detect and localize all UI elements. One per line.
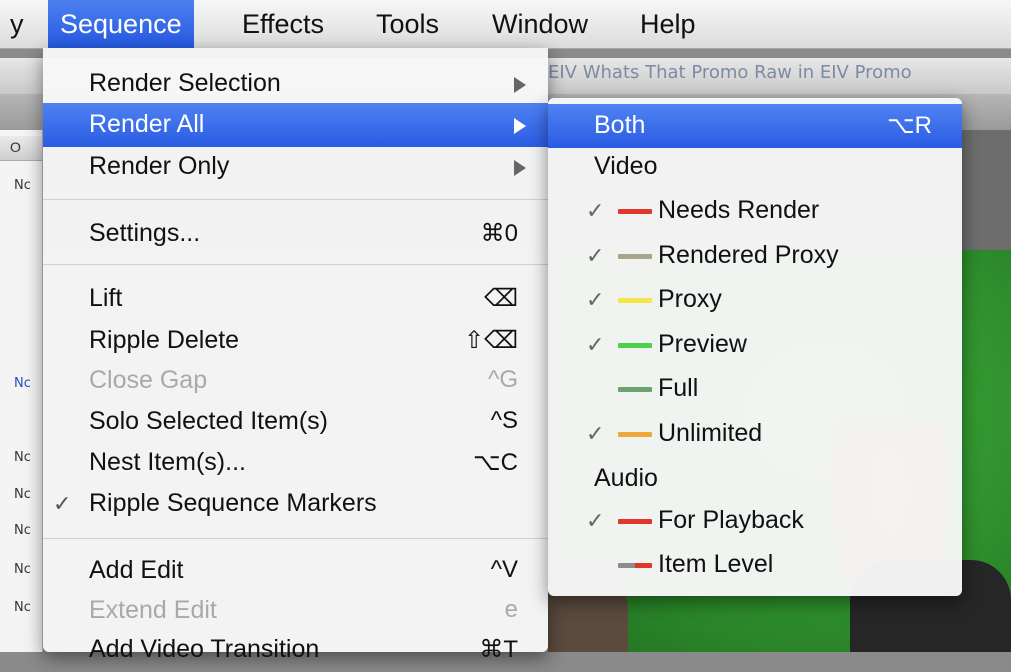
browser-column-header[interactable]: O bbox=[0, 136, 42, 161]
column-header-label: O bbox=[10, 139, 21, 155]
checkmark-icon: ✓ bbox=[586, 287, 605, 312]
window-title: EIV Whats That Promo Raw in EIV Promo bbox=[548, 62, 912, 83]
menu-item-label: Settings... bbox=[89, 219, 201, 247]
menubar-item-tools[interactable]: Tools bbox=[364, 0, 451, 48]
menu-item-render-only[interactable]: Render Only bbox=[43, 145, 548, 189]
menu-item-label: Close Gap bbox=[89, 366, 208, 394]
menu-item-shortcut: e bbox=[504, 596, 518, 623]
menubar-item-effects[interactable]: Effects bbox=[230, 0, 336, 48]
submenu-heading-label: Video bbox=[594, 152, 658, 180]
menu-item-shortcut: ⌥C bbox=[473, 449, 518, 476]
menu-item-solo-selected[interactable]: Solo Selected Item(s) ^S bbox=[43, 400, 548, 444]
menu-item-label: Nest Item(s)... bbox=[89, 448, 246, 476]
checkmark-icon: ✓ bbox=[586, 198, 605, 223]
submenu-item-label: Unlimited bbox=[658, 419, 763, 447]
browser-row[interactable]: Nc bbox=[14, 376, 31, 391]
menu-item-add-edit[interactable]: Add Edit ^V bbox=[43, 549, 548, 593]
submenu-item-preview[interactable]: ✓ Preview bbox=[548, 323, 962, 367]
menu-item-label: Render Only bbox=[89, 152, 230, 180]
menu-item-render-all[interactable]: Render All bbox=[43, 103, 548, 147]
color-swatch-icon bbox=[618, 343, 652, 348]
browser-row[interactable]: Nc bbox=[14, 562, 31, 577]
color-swatch-icon bbox=[618, 387, 652, 392]
submenu-item-item-level[interactable]: Item Level bbox=[548, 543, 962, 587]
submenu-item-unlimited[interactable]: ✓ Unlimited bbox=[548, 412, 962, 456]
color-swatch-icon bbox=[618, 432, 652, 437]
submenu-heading-video: Video bbox=[548, 145, 962, 189]
browser-row[interactable]: Nc bbox=[14, 450, 31, 465]
checkmark-icon: ✓ bbox=[53, 491, 72, 516]
submenu-item-for-playback[interactable]: ✓ For Playback bbox=[548, 499, 962, 543]
browser-row[interactable]: Nc bbox=[14, 523, 31, 538]
menu-item-label: Solo Selected Item(s) bbox=[89, 407, 328, 435]
submenu-arrow-icon bbox=[514, 118, 526, 134]
menu-bar: y Sequence Effects Tools Window Help bbox=[0, 0, 1011, 49]
menu-item-label: Add Video Transition bbox=[89, 635, 320, 663]
checkmark-icon: ✓ bbox=[586, 508, 605, 533]
submenu-item-label: Item Level bbox=[658, 550, 774, 578]
menu-item-label: Ripple Delete bbox=[89, 326, 240, 354]
menu-item-lift[interactable]: Lift ⌫ bbox=[43, 277, 548, 321]
menu-item-close-gap[interactable]: Close Gap ^G bbox=[43, 359, 548, 403]
submenu-arrow-icon bbox=[514, 160, 526, 176]
submenu-item-proxy[interactable]: ✓ Proxy bbox=[548, 278, 962, 322]
menu-separator bbox=[43, 264, 548, 265]
menu-separator bbox=[43, 199, 548, 200]
submenu-item-label: Both bbox=[594, 111, 646, 139]
menu-item-add-video-transition[interactable]: Add Video Transition ⌘T bbox=[43, 628, 548, 672]
menu-item-ripple-delete[interactable]: Ripple Delete ⇧⌫ bbox=[43, 319, 548, 363]
checkmark-icon: ✓ bbox=[586, 332, 605, 357]
menu-item-ripple-sequence-markers[interactable]: ✓ Ripple Sequence Markers bbox=[43, 482, 548, 526]
browser-row[interactable]: Nc bbox=[14, 178, 31, 193]
submenu-item-needs-render[interactable]: ✓ Needs Render bbox=[548, 189, 962, 233]
submenu-heading-audio: Audio bbox=[548, 457, 962, 501]
menu-item-shortcut: ^G bbox=[488, 366, 518, 393]
submenu-item-label: Needs Render bbox=[658, 196, 820, 224]
menu-item-extend-edit[interactable]: Extend Edit e bbox=[43, 589, 548, 633]
menu-item-render-selection[interactable]: Render Selection bbox=[43, 62, 548, 106]
color-swatch-icon bbox=[618, 563, 652, 568]
submenu-item-rendered-proxy[interactable]: ✓ Rendered Proxy bbox=[548, 234, 962, 278]
submenu-item-label: Proxy bbox=[658, 285, 722, 313]
submenu-item-label: Full bbox=[658, 374, 699, 402]
submenu-item-label: For Playback bbox=[658, 506, 804, 534]
browser-row[interactable]: Nc bbox=[14, 487, 31, 502]
sequence-menu: Render Selection Render All Render Only … bbox=[43, 48, 548, 663]
menu-item-shortcut: ⌘T bbox=[479, 636, 518, 663]
menu-item-shortcut: ⌫ bbox=[484, 285, 518, 312]
menubar-item-partial[interactable]: y bbox=[0, 0, 36, 48]
checkmark-icon: ✓ bbox=[586, 421, 605, 446]
menubar-item-help[interactable]: Help bbox=[628, 0, 708, 48]
render-all-submenu: Both ⌥R Video ✓ Needs Render ✓ Rendered … bbox=[548, 98, 962, 596]
menu-item-label: Extend Edit bbox=[89, 596, 217, 624]
menu-item-label: Render Selection bbox=[89, 69, 281, 97]
submenu-heading-label: Audio bbox=[594, 464, 658, 492]
menu-item-shortcut: ^V bbox=[490, 556, 518, 583]
menu-item-label: Lift bbox=[89, 284, 123, 312]
color-swatch-icon bbox=[618, 298, 652, 303]
browser-row[interactable]: Nc bbox=[14, 600, 31, 615]
menu-item-shortcut: ⇧⌫ bbox=[463, 327, 518, 354]
menubar-item-sequence[interactable]: Sequence bbox=[48, 0, 194, 48]
submenu-arrow-icon bbox=[514, 77, 526, 93]
color-swatch-icon bbox=[618, 254, 652, 259]
checkmark-icon: ✓ bbox=[586, 243, 605, 268]
menu-item-nest-items[interactable]: Nest Item(s)... ⌥C bbox=[43, 441, 548, 485]
submenu-item-label: Preview bbox=[658, 330, 747, 358]
menu-item-shortcut: ^S bbox=[490, 407, 518, 434]
menu-item-label: Render All bbox=[89, 110, 205, 138]
submenu-item-shortcut: ⌥R bbox=[887, 112, 932, 139]
menu-item-label: Ripple Sequence Markers bbox=[89, 489, 377, 517]
menu-separator bbox=[43, 538, 548, 539]
color-swatch-icon bbox=[618, 519, 652, 524]
menu-item-settings[interactable]: Settings... ⌘0 bbox=[43, 212, 548, 256]
color-swatch-icon bbox=[618, 209, 652, 214]
submenu-item-full[interactable]: Full bbox=[548, 367, 962, 411]
submenu-item-label: Rendered Proxy bbox=[658, 241, 839, 269]
menu-item-label: Add Edit bbox=[89, 556, 184, 584]
submenu-item-both[interactable]: Both ⌥R bbox=[548, 104, 962, 148]
menu-item-shortcut: ⌘0 bbox=[480, 220, 518, 247]
menubar-item-window[interactable]: Window bbox=[480, 0, 600, 48]
